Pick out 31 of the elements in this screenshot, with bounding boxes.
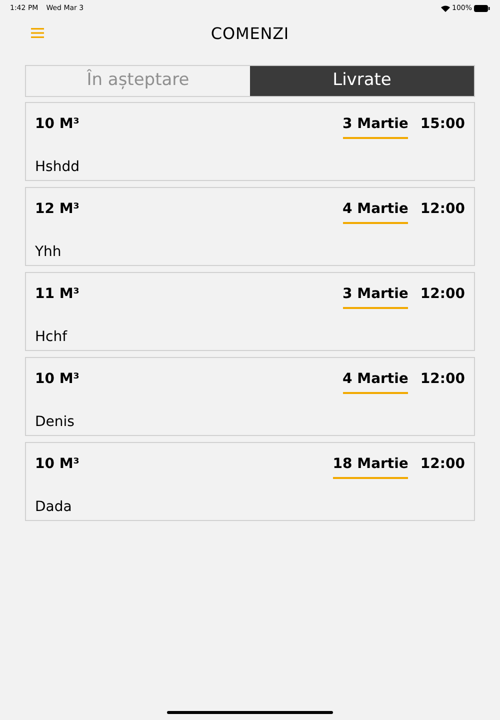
order-volume: 11 M³ (35, 285, 80, 304)
order-customer: Dada (35, 498, 73, 517)
order-volume: 10 M³ (35, 455, 80, 474)
order-volume: 12 M³ (35, 200, 80, 219)
order-card[interactable]: 10 M³ 4 Martie 12:00 Denis (25, 357, 475, 436)
order-volume: 10 M³ (35, 370, 80, 389)
order-date: 3 Martie (342, 114, 408, 139)
battery-icon (474, 4, 490, 12)
order-time: 12:00 (420, 455, 465, 474)
order-time: 12:00 (420, 200, 465, 219)
order-card[interactable]: 10 M³ 18 Martie 12:00 Dada (25, 442, 475, 521)
order-customer: Denis (35, 413, 76, 432)
order-customer: Hshdd (35, 158, 80, 177)
order-card[interactable]: 12 M³ 4 Martie 12:00 Yhh (25, 187, 475, 266)
order-card[interactable]: 10 M³ 3 Martie 15:00 Hshdd (25, 102, 475, 181)
order-date: 4 Martie (342, 199, 408, 224)
page-title: COMENZI (210, 23, 290, 45)
order-customer: Hchf (35, 328, 68, 347)
order-time: 12:00 (420, 370, 465, 389)
order-date: 18 Martie (332, 454, 408, 479)
order-time: 12:00 (420, 285, 465, 304)
menu-button[interactable] (30, 27, 44, 39)
tab[interactable]: Livrate (250, 66, 474, 96)
order-date: 3 Martie (342, 284, 408, 309)
wifi-icon (440, 4, 450, 12)
order-customer: Yhh (35, 243, 62, 262)
order-volume: 10 M³ (35, 115, 80, 134)
order-card[interactable]: 11 M³ 3 Martie 12:00 Hchf (25, 272, 475, 351)
order-date: 4 Martie (342, 369, 408, 394)
order-time: 15:00 (420, 115, 465, 134)
menu-icon (30, 28, 44, 38)
